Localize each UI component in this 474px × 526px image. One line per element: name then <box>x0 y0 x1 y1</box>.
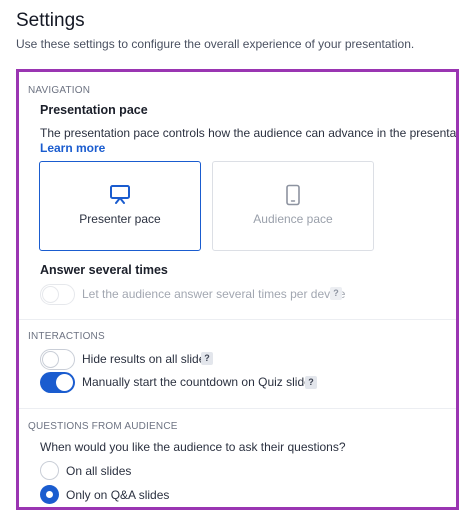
manual-countdown-label: Manually start the countdown on Quiz sli… <box>82 375 317 389</box>
presenter-screen-icon <box>109 184 131 209</box>
audience-pace-label: Audience pace <box>253 212 333 226</box>
navigation-section-label: NAVIGATION <box>28 85 91 96</box>
help-icon[interactable]: ? <box>330 287 342 300</box>
only-qa-slides-radio[interactable] <box>40 485 59 504</box>
presenter-pace-card[interactable]: Presenter pace <box>39 161 201 251</box>
presentation-pace-heading: Presentation pace <box>40 103 148 117</box>
answer-several-times-toggle[interactable] <box>40 284 75 305</box>
questions-prompt: When would you like the audience to ask … <box>40 440 346 454</box>
help-icon[interactable]: ? <box>305 376 317 389</box>
page-subtitle: Use these settings to configure the over… <box>16 37 415 51</box>
manual-countdown-toggle[interactable] <box>40 372 75 393</box>
page-title: Settings <box>16 10 85 31</box>
on-all-slides-label: On all slides <box>66 464 132 478</box>
answer-several-times-label: Let the audience answer several times pe… <box>82 287 346 301</box>
help-icon[interactable]: ? <box>201 352 213 365</box>
hide-results-label: Hide results on all slides <box>82 352 212 366</box>
on-all-slides-radio[interactable] <box>40 461 59 480</box>
section-divider <box>19 408 456 409</box>
interactions-section-label: INTERACTIONS <box>28 331 105 342</box>
answer-several-times-heading: Answer several times <box>40 263 168 277</box>
presenter-pace-label: Presenter pace <box>79 212 161 226</box>
settings-panel: NAVIGATION Presentation pace The present… <box>16 69 459 510</box>
learn-more-link[interactable]: Learn more <box>40 141 105 155</box>
mobile-phone-icon <box>285 184 301 211</box>
section-divider <box>19 319 456 320</box>
presentation-pace-description: The presentation pace controls how the a… <box>40 126 459 140</box>
only-qa-slides-label: Only on Q&A slides <box>66 488 170 502</box>
hide-results-toggle[interactable] <box>40 349 75 370</box>
questions-section-label: QUESTIONS FROM AUDIENCE <box>28 421 178 432</box>
audience-pace-card[interactable]: Audience pace <box>212 161 374 251</box>
